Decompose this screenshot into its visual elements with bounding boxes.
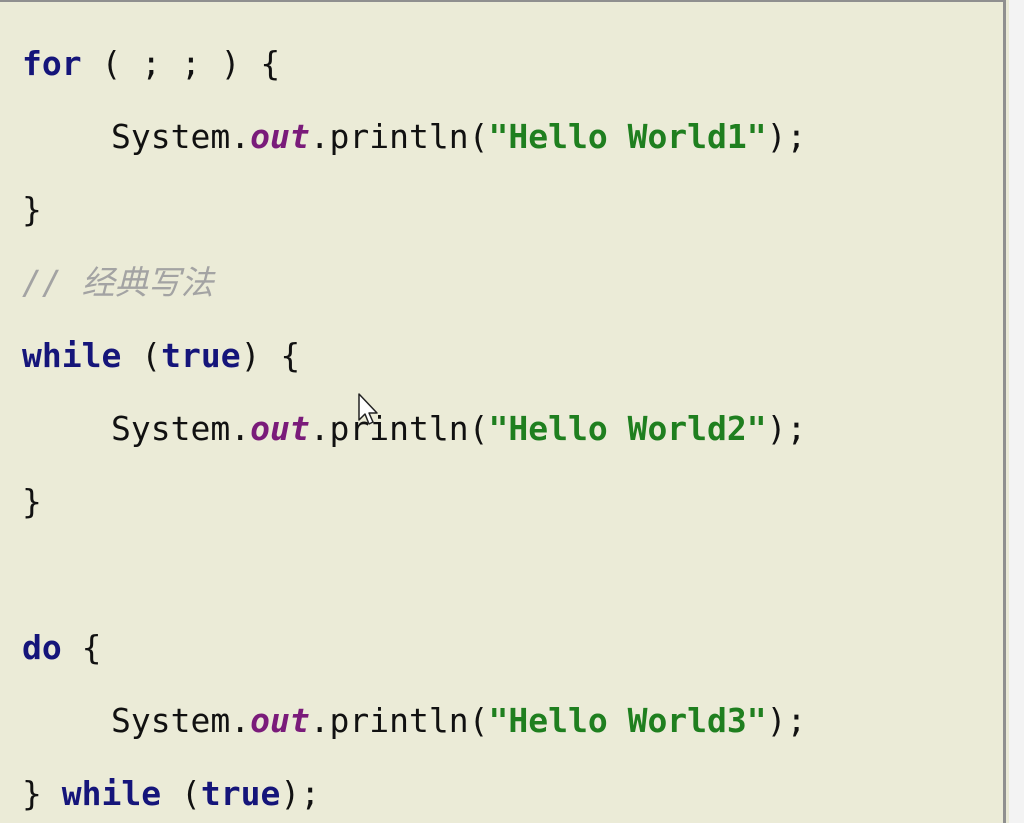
mouse-pointer-icon (358, 393, 378, 425)
code-line-1: for ( ; ; ) { (22, 42, 280, 86)
code-token: ); (766, 701, 807, 740)
field-token: out (250, 701, 310, 740)
keyword-token: true (200, 774, 281, 813)
code-comment-line: // 经典写法 (22, 261, 214, 305)
keyword-token: while (22, 336, 122, 375)
code-line-6: System.out.println("Hello World2"); (22, 407, 806, 451)
code-line-9: System.out.println("Hello World3"); (22, 699, 806, 743)
code-token: System. (111, 701, 251, 740)
code-token: } (22, 190, 42, 229)
keyword-token: for (22, 44, 82, 83)
code-token: { (61, 628, 102, 667)
code-token: ( ; ; ) { (81, 44, 281, 83)
keyword-token: true (161, 336, 241, 375)
code-line-7: } (22, 480, 42, 524)
code-line-3: } (22, 188, 42, 232)
string-token: "Hello World1" (488, 117, 767, 156)
code-token: ); (766, 117, 807, 156)
code-token: ); (280, 774, 321, 813)
string-token: "Hello World2" (488, 409, 767, 448)
string-token: "Hello World3" (488, 701, 767, 740)
code-line-2: System.out.println("Hello World1"); (22, 115, 806, 159)
keyword-token: while (61, 774, 162, 813)
code-line-8: do { (22, 626, 102, 670)
comment-token: // 经典写法 (22, 263, 214, 302)
code-token: .println( (309, 117, 489, 156)
code-line-5: while (true) { (22, 334, 300, 378)
code-token: ); (766, 409, 807, 448)
window-edge (1009, 0, 1024, 823)
field-token: out (250, 117, 310, 156)
code-panel: for ( ; ; ) { System.out.println("Hello … (0, 0, 1006, 823)
code-token: ( (121, 336, 162, 375)
code-token: System. (111, 117, 251, 156)
code-token: .println( (309, 409, 489, 448)
code-token: } (22, 482, 42, 521)
code-token: } (22, 774, 62, 813)
field-token: out (250, 409, 310, 448)
code-line-10: } while (true); (22, 772, 320, 816)
code-token: .println( (309, 701, 489, 740)
code-token: ( (161, 774, 201, 813)
code-token: System. (111, 409, 251, 448)
code-token: ) { (240, 336, 301, 375)
keyword-token: do (22, 628, 62, 667)
